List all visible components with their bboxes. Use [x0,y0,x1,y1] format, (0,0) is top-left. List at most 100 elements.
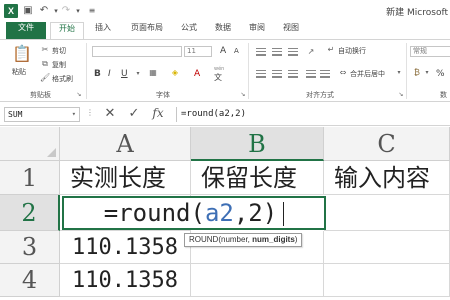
copy-icon[interactable]: ⧉ [40,59,50,69]
enter-icon[interactable]: ✓ [126,106,142,122]
ribbon-tabs: 文件 开始 插入 页面布局 公式 数据 审阅 视图 [0,22,450,39]
formula-prefix: =round( [103,199,205,227]
cut-button[interactable]: 剪切 [52,46,66,56]
cut-icon[interactable]: ✂ [40,45,50,55]
formula-bar: SUM ▾ ⋮ ✕ ✓ fx =round(a2,2) [0,103,450,126]
merge-center-button[interactable]: 合并后居中 [350,69,385,79]
align-middle-icon[interactable] [272,48,282,56]
cell-a1[interactable]: 实测长度 [60,161,191,195]
tab-data[interactable]: 数据 [210,22,236,39]
align-right-icon[interactable] [288,70,298,78]
redo-icon[interactable]: ↷ [60,4,72,18]
fill-color-icon[interactable]: ◈ [170,68,180,78]
cell-c2[interactable] [324,195,450,231]
formula-bar-resize-handle[interactable]: ⋮ [86,108,94,117]
paste-button[interactable]: 粘贴 [12,67,26,77]
accounting-dropdown-icon[interactable]: ▾ [422,68,432,78]
cancel-icon[interactable]: ✕ [102,106,118,122]
grow-font-icon[interactable]: A [220,46,226,56]
column-header-b[interactable]: B [191,127,324,161]
decrease-indent-icon[interactable] [306,70,316,78]
group-separator [86,43,87,99]
cell-c1[interactable]: 输入内容 [324,161,450,195]
font-group-label: 字体 [156,91,170,99]
row-header-4[interactable]: 4 [0,264,60,297]
tab-review[interactable]: 审阅 [244,22,270,39]
wrap-text-icon[interactable]: ↵ [326,45,336,55]
align-top-icon[interactable] [256,48,266,56]
tab-page-layout[interactable]: 页面布局 [124,22,170,39]
underline-dropdown-icon[interactable]: ▾ [133,69,143,79]
cell-a3[interactable]: 110.1358 [60,231,191,264]
cell-b4[interactable] [191,264,324,297]
formula-suffix: ,2) [233,199,278,227]
tab-view[interactable]: 视图 [278,22,304,39]
font-name-dropdown[interactable] [92,46,182,57]
tab-formulas[interactable]: 公式 [176,22,202,39]
cell-c4[interactable] [324,264,450,297]
font-color-button[interactable]: A [194,69,200,79]
undo-icon[interactable]: ↶ [38,4,50,18]
format-painter-button[interactable]: 格式刷 [52,74,73,84]
select-all-button[interactable] [0,127,60,161]
column-header-c[interactable]: C [324,127,450,161]
save-icon[interactable]: ▣ [22,4,34,18]
tooltip-current-argument: num_digits [252,235,295,244]
underline-button[interactable]: U [121,69,128,79]
function-argument-tooltip[interactable]: ROUND(number, num_digits) [184,233,303,247]
title-bar: X ▣ ↶ ▾ ↷ ▾ ≡ 新建 Microsoft [0,0,450,22]
tooltip-close-paren: ) [294,235,298,244]
worksheet-grid: A B C 1 实测长度 保留长度 输入内容 2 =round(a2,2) 3 … [0,127,450,300]
insert-function-icon[interactable]: fx [150,106,166,122]
cell-b1[interactable]: 保留长度 [191,161,324,195]
wrap-text-button[interactable]: 自动换行 [338,46,366,56]
cell-c3[interactable] [324,231,450,264]
name-box[interactable]: SUM ▾ [4,107,80,122]
window-title: 新建 Microsoft [386,8,448,18]
group-separator [406,43,407,99]
row-header-1[interactable]: 1 [0,161,60,195]
tooltip-function-signature: ROUND(number, [189,235,253,244]
cell-a4[interactable]: 110.1358 [60,264,191,297]
phonetic-guide-button[interactable]: 文 [214,72,222,83]
percent-style-button[interactable]: % [436,69,445,79]
font-size-dropdown[interactable]: 11 [184,46,212,57]
paste-icon[interactable]: 📋 [12,44,32,64]
tab-insert[interactable]: 插入 [88,22,118,39]
alignment-group-label: 对齐方式 [306,91,334,99]
align-center-icon[interactable] [272,70,282,78]
number-format-dropdown[interactable]: 常规 [410,46,450,57]
excel-icon[interactable]: X [4,4,18,18]
text-caret [283,202,285,226]
row-header-2[interactable]: 2 [0,195,60,231]
tab-file[interactable]: 文件 [6,22,46,39]
redo-dropdown-icon[interactable]: ▾ [72,4,84,18]
group-separator [248,43,249,99]
clipboard-launcher-icon[interactable]: ↘ [74,90,84,100]
alignment-launcher-icon[interactable]: ↘ [396,90,406,100]
shrink-font-icon[interactable]: A [234,47,239,55]
font-launcher-icon[interactable]: ↘ [238,90,248,100]
formula-cell-reference: a2 [204,199,234,227]
align-left-icon[interactable] [256,70,266,78]
name-box-dropdown-icon[interactable]: ▾ [72,108,76,121]
formula-input[interactable]: =round(a2,2) [176,107,450,122]
cell-b2-editor[interactable]: =round(a2,2) [62,196,326,230]
merge-dropdown-icon[interactable]: ▾ [394,68,404,78]
column-header-a[interactable]: A [60,127,191,161]
number-group-label: 数 [440,91,447,99]
format-painter-icon[interactable]: 🖌 [40,73,50,83]
bold-button[interactable]: B [94,69,101,79]
merge-center-icon[interactable]: ⇔ [338,68,348,78]
copy-button[interactable]: 复制 [52,60,66,70]
orientation-icon[interactable]: ↗ [306,47,316,57]
borders-icon[interactable]: ▦ [148,68,158,78]
tab-home[interactable]: 开始 [50,22,84,39]
accounting-format-icon[interactable]: ₿ [412,68,422,78]
italic-button[interactable]: I [108,69,111,79]
increase-indent-icon[interactable] [320,70,330,78]
row-header-3[interactable]: 3 [0,231,60,264]
customize-quick-access-icon[interactable]: ≡ [86,4,98,18]
align-bottom-icon[interactable] [288,48,298,56]
name-box-value: SUM [8,110,23,119]
